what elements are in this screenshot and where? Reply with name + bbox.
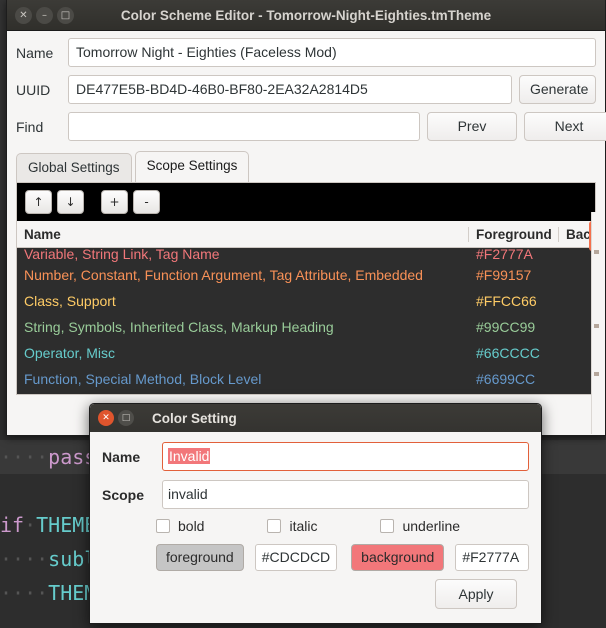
- window-title: Color Scheme Editor - Tomorrow-Night-Eig…: [120, 7, 492, 23]
- find-label: Find: [16, 118, 44, 135]
- dialog-titlebar[interactable]: ✕ □ Color Setting: [90, 404, 541, 432]
- foreground-hex-input[interactable]: #CDCDCD: [254, 544, 338, 571]
- dialog-apply-row: Apply: [102, 579, 529, 609]
- maximize-icon[interactable]: □: [57, 6, 74, 24]
- move-down-button[interactable]: ↓: [57, 190, 84, 214]
- table-row[interactable]: Operator, Misc #66CCCC: [17, 340, 595, 366]
- dialog-title: Color Setting: [152, 410, 237, 426]
- outer-scrollbar[interactable]: [591, 212, 600, 434]
- dialog-scope-input[interactable]: invalid: [162, 480, 529, 509]
- table-row[interactable]: Class, Support #FFCC66: [17, 288, 595, 314]
- dialog-scope-row: Scope invalid: [102, 480, 529, 509]
- background-hex-input[interactable]: #F2777A: [455, 544, 529, 571]
- checkbox-underline[interactable]: underline: [380, 518, 460, 534]
- checkbox-italic[interactable]: italic: [267, 518, 317, 534]
- find-input[interactable]: [68, 112, 420, 141]
- move-up-button[interactable]: ↑: [25, 190, 52, 214]
- cell-foreground: #F2777A: [476, 246, 533, 262]
- dialog-name-row: Name Invalid: [102, 442, 529, 471]
- window-titlebar[interactable]: ✕ – □ Color Scheme Editor - Tomorrow-Nig…: [7, 0, 605, 31]
- checkbox-bold-label: bold: [178, 518, 205, 534]
- uuid-label: UUID: [16, 81, 51, 98]
- table-row[interactable]: String, Symbols, Inherited Class, Markup…: [17, 314, 595, 340]
- background-swatch-button[interactable]: background: [351, 544, 445, 571]
- minimize-icon[interactable]: –: [36, 6, 53, 24]
- cell-name: Variable, String Link, Tag Name: [24, 246, 220, 262]
- cell-name: Operator, Misc: [24, 345, 116, 361]
- dialog-style-checkboxes: bold italic underline: [156, 518, 529, 534]
- cell-foreground: #FFCC66: [476, 293, 537, 309]
- scope-settings-table: ↑ ↓ + - Name Foreground Backgr Variable,…: [16, 182, 596, 395]
- table-body: Variable, String Link, Tag Name #F2777A Nu…: [17, 246, 595, 394]
- checkbox-underline-label: underline: [402, 518, 461, 534]
- checkbox-underline-box[interactable]: [380, 519, 395, 533]
- cell-name: Function, Special Method, Block Level: [24, 371, 262, 387]
- name-row: Name Tomorrow Night - Eighties (Faceless…: [16, 38, 596, 67]
- dialog-maximize-icon[interactable]: □: [118, 410, 134, 426]
- prev-button[interactable]: Prev: [427, 112, 517, 141]
- dialog-name-input[interactable]: Invalid: [162, 442, 529, 471]
- header-form: Name Tomorrow Night - Eighties (Faceless…: [7, 31, 606, 141]
- find-row: Find Prev Next: [16, 112, 606, 141]
- table-row[interactable]: Number, Constant, Function Argument, Tag…: [17, 262, 595, 288]
- dialog-name-value: Invalid: [168, 448, 211, 464]
- tab-bar: Global Settings Scope Settings: [7, 149, 605, 182]
- table-row[interactable]: Variable, String Link, Tag Name #F2777A: [17, 246, 595, 262]
- uuid-input[interactable]: DE477E5B-BD4D-46B0-BF80-2EA32A2814D5: [68, 75, 512, 104]
- cell-name: Number, Constant, Function Argument, Tag…: [24, 267, 423, 283]
- checkbox-italic-label: italic: [289, 518, 318, 534]
- close-icon[interactable]: ✕: [15, 6, 32, 24]
- checkbox-italic-box[interactable]: [267, 519, 282, 533]
- dialog-color-row: foreground #CDCDCD background #F2777A: [156, 544, 529, 571]
- cell-foreground: #99CC99: [476, 319, 536, 335]
- foreground-swatch-button[interactable]: foreground: [156, 544, 244, 571]
- apply-button[interactable]: Apply: [435, 579, 517, 609]
- dialog-scope-label: Scope: [102, 486, 145, 503]
- add-button[interactable]: +: [101, 190, 128, 214]
- dialog-close-icon[interactable]: ✕: [98, 410, 114, 426]
- window-controls: ✕ – □: [15, 6, 74, 24]
- table-header-row: Name Foreground Backgr: [17, 221, 595, 248]
- generate-button[interactable]: Generate: [519, 75, 596, 104]
- uuid-row: UUID DE477E5B-BD4D-46B0-BF80-2EA32A2814D…: [16, 75, 596, 104]
- checkbox-bold-box[interactable]: [156, 519, 170, 533]
- cell-name: Class, Support: [24, 293, 116, 309]
- dialog-name-label: Name: [102, 448, 141, 465]
- cell-foreground: #F99157: [476, 267, 532, 283]
- column-header-foreground[interactable]: Foreground: [469, 226, 559, 242]
- tab-scope-settings[interactable]: Scope Settings: [134, 151, 250, 182]
- next-button[interactable]: Next: [524, 112, 606, 141]
- remove-button[interactable]: -: [133, 190, 160, 214]
- tab-global-settings[interactable]: Global Settings: [16, 153, 132, 182]
- name-input[interactable]: Tomorrow Night - Eighties (Faceless Mod): [68, 38, 596, 67]
- screen: ····passif·THEME_EDITOR:····sublime.····…: [0, 0, 606, 628]
- column-header-name[interactable]: Name: [17, 226, 469, 242]
- cell-foreground: #66CCCC: [476, 345, 540, 361]
- color-scheme-editor-window: ✕ – □ Color Scheme Editor - Tomorrow-Nig…: [6, 0, 606, 436]
- color-setting-dialog: ✕ □ Color Setting Name Invalid Scope inv…: [89, 403, 542, 624]
- name-label: Name: [16, 44, 54, 61]
- checkbox-bold[interactable]: bold: [156, 518, 204, 534]
- dialog-body: Name Invalid Scope invalid bold italic u…: [90, 432, 541, 609]
- cell-foreground: #6699CC: [476, 371, 536, 387]
- cell-name: String, Symbols, Inherited Class, Markup…: [24, 319, 334, 335]
- table-row[interactable]: Function, Special Method, Block Level #66…: [17, 366, 595, 392]
- table-row[interactable]: Keyword, Storage#CC99CC: [17, 392, 595, 394]
- table-toolbar: ↑ ↓ + -: [17, 183, 595, 221]
